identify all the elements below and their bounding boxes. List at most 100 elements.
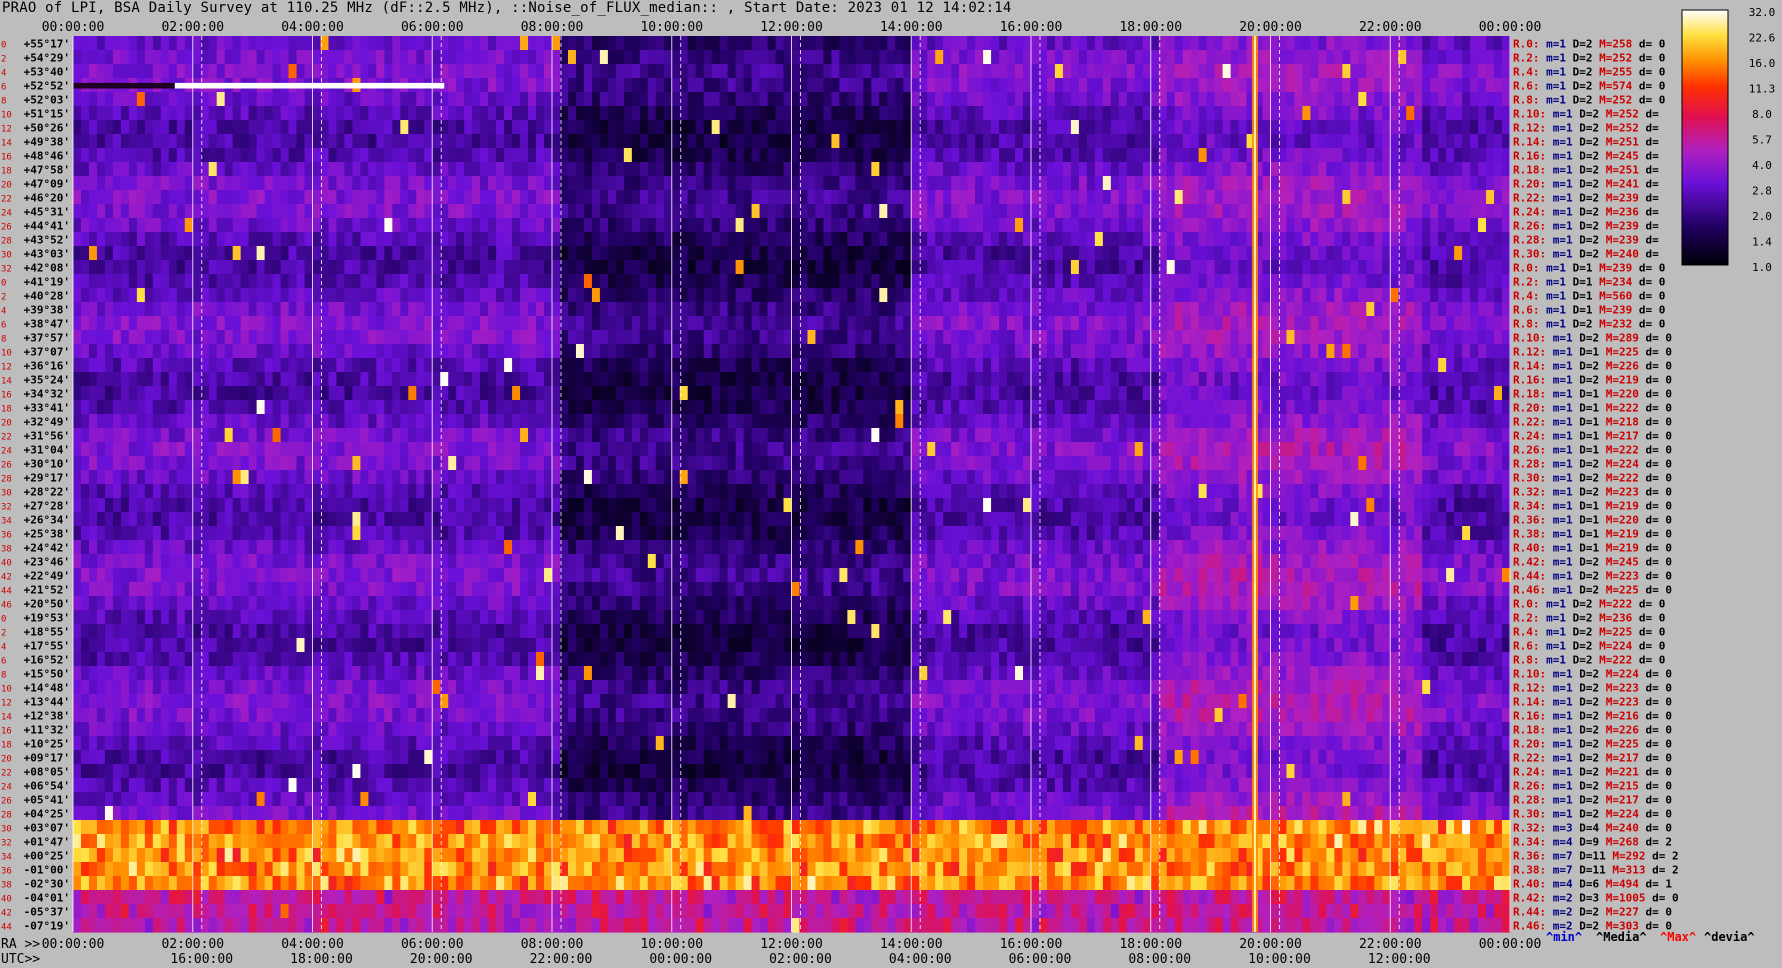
heatmap-cell [631,246,641,261]
heatmap-cell [368,176,377,191]
heatmap-cell [727,36,737,51]
heatmap-cell [544,204,553,219]
heatmap-cell [1358,64,1367,79]
heatmap-cell [1462,50,1471,65]
heatmap-cell [911,260,920,275]
heatmap-cell [1086,302,1096,317]
heatmap-cell [240,386,250,401]
heatmap-cell [1470,64,1479,79]
heatmap-cell [591,232,601,247]
heatmap-cell [1054,316,1064,331]
heatmap-cell [400,36,409,51]
heatmap-cell [1126,330,1136,345]
heatmap-cell [152,330,162,345]
heatmap-cell [1270,232,1280,247]
heatmap-cell [1350,120,1359,135]
heatmap-cell [1446,386,1455,401]
heatmap-cell [512,190,521,205]
heatmap-cell [1126,78,1136,93]
heatmap-cell [232,400,242,415]
heatmap-cell [847,288,856,303]
heatmap-cell [615,162,625,177]
heatmap-cell [663,288,673,303]
heatmap-cell [1406,386,1415,401]
heatmap-cell [1078,120,1088,135]
heatmap-cell [1334,246,1343,261]
heatmap-cell [1374,64,1383,79]
heatmap-cell [1110,92,1120,107]
heatmap-cell [496,372,505,387]
heatmap-cell [216,190,226,205]
heatmap-cell [647,106,657,121]
heatmap-cell [959,148,968,163]
heatmap-cell [184,386,194,401]
heatmap-cell [703,316,713,331]
heatmap-cell [1126,260,1136,275]
heatmap-cell [1007,162,1016,177]
heatmap-cell [599,246,609,261]
heatmap-cell [839,414,848,429]
heatmap-cell [1190,92,1200,107]
heatmap-cell [336,330,346,345]
heatmap-cell [1318,120,1327,135]
heatmap-cell [975,232,984,247]
heatmap-cell [1206,386,1216,401]
heatmap-cell [887,36,896,51]
heatmap-cell [1174,148,1184,163]
heatmap-cell [96,162,106,177]
heatmap-cell [807,330,817,345]
heatmap-cell [464,78,473,93]
heatmap-cell [847,120,856,135]
heatmap-cell [639,148,649,163]
heatmap-cell [751,190,761,205]
heatmap-cell [1070,274,1080,289]
heatmap-cell [567,148,577,163]
heatmap-cell [1054,64,1064,79]
heatmap-cell [272,162,282,177]
heatmap-cell [1270,316,1280,331]
heatmap-cell [599,176,609,191]
heatmap-cell [1470,288,1479,303]
heatmap-cell [663,120,673,135]
heatmap-cell [1230,302,1240,317]
heatmap-cell [999,400,1008,415]
heatmap-cell [488,400,497,415]
heatmap-cell [807,36,817,51]
heatmap-cell [448,64,457,79]
heatmap-cell [999,64,1008,79]
heatmap-cell [1310,36,1319,51]
heatmap-cell [304,190,314,205]
heatmap-cell [432,92,441,107]
heatmap-cell [1094,372,1104,387]
heatmap-cell [1182,218,1192,233]
heatmap-cell [1198,302,1208,317]
heatmap-cell [368,316,377,331]
heatmap-cell [1286,204,1296,219]
heatmap-cell [975,260,984,275]
heatmap-cell [1270,64,1280,79]
heatmap-cell [1318,260,1327,275]
heatmap-cell [959,120,968,135]
heatmap-cell [1015,190,1024,205]
heatmap-cell [615,386,625,401]
heatmap-cell [591,372,601,387]
heatmap-cell [935,232,944,247]
heatmap-cell [575,414,585,429]
heatmap-cell [1142,190,1152,205]
heatmap-cell [719,36,729,51]
heatmap-cell [703,302,713,317]
heatmap-cell [1166,372,1176,387]
heatmap-cell [392,176,401,191]
heatmap-cell [903,358,912,373]
heatmap-cell [767,190,777,205]
heatmap-cell [599,218,609,233]
heatmap-cell [1070,162,1080,177]
heatmap-cell [296,232,306,247]
heatmap-cell [1214,232,1224,247]
heatmap-cell [96,414,106,429]
heatmap-cell [1270,204,1280,219]
heatmap-cell [1126,106,1136,121]
heatmap-cell [751,330,761,345]
heatmap-cell [1390,204,1399,219]
heatmap-cell [1358,274,1367,289]
